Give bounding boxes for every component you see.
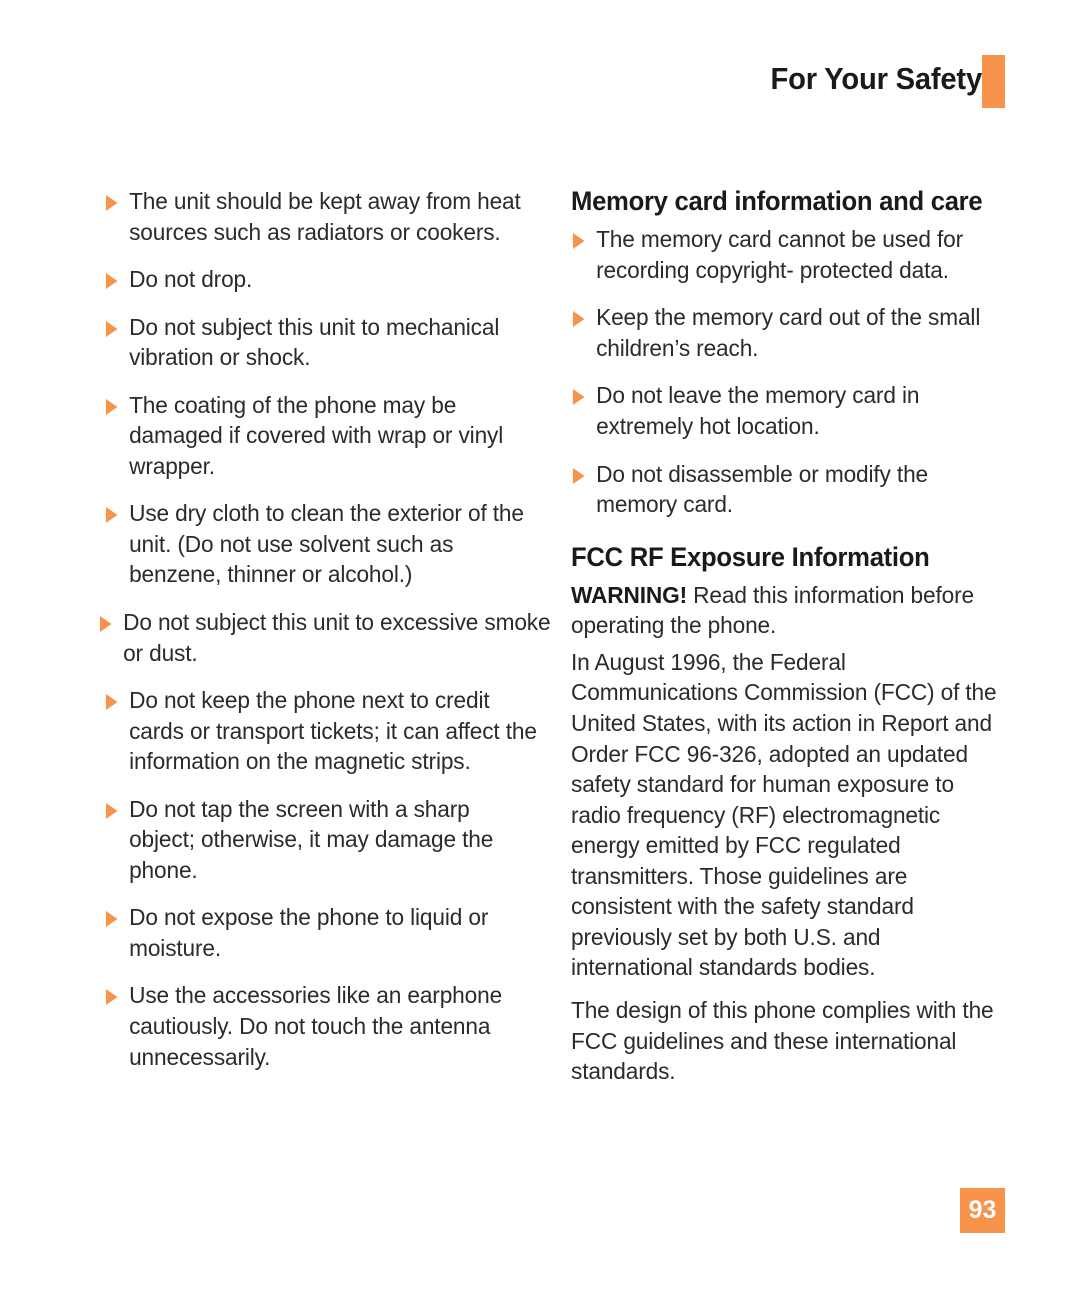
list-item: The unit should be kept away from heat s… (104, 186, 538, 247)
list-item: Keep the memory card out of the small ch… (571, 302, 1000, 363)
list-item-text: Do not expose the phone to liquid or moi… (129, 904, 489, 961)
document-page: For Your Safety The unit should be kept … (0, 0, 1080, 1295)
triangle-bullet-icon (105, 398, 118, 415)
list-item: The coating of the phone may be damaged … (104, 390, 538, 482)
triangle-bullet-icon (105, 989, 118, 1006)
memory-card-section-heading: Memory card information and care (571, 186, 983, 216)
list-item-text: Keep the memory card out of the small ch… (596, 304, 981, 361)
page-title: For Your Safety (770, 61, 983, 96)
list-item-text: The unit should be kept away from heat s… (129, 188, 521, 245)
list-item-text: Do not subject this unit to excessive sm… (123, 609, 551, 666)
list-item-text: Do not tap the screen with a sharp objec… (129, 795, 494, 883)
triangle-bullet-icon (572, 233, 585, 250)
triangle-bullet-icon (572, 389, 585, 406)
left-column: The unit should be kept away from heat s… (99, 186, 554, 1072)
triangle-bullet-icon (105, 273, 118, 290)
header-accent-bar (982, 55, 1005, 108)
triangle-bullet-icon (105, 802, 118, 819)
list-item: Do not subject this unit to mechanical v… (104, 312, 538, 373)
list-item: Do not drop. (104, 264, 538, 295)
list-item: Do not tap the screen with a sharp objec… (104, 794, 538, 886)
list-item-text: Use the accessories like an earphone cau… (129, 982, 503, 1070)
triangle-bullet-icon (105, 507, 118, 524)
right-column: Memory card information and care The mem… (571, 186, 1016, 1087)
triangle-bullet-icon (99, 616, 112, 633)
fcc-section-heading: FCC RF Exposure Information (571, 541, 930, 572)
list-item-text: Do not leave the memory card in extremel… (596, 382, 920, 439)
page-header: For Your Safety (0, 55, 1080, 111)
list-item: Do not subject this unit to excessive sm… (98, 607, 575, 668)
triangle-bullet-icon (572, 467, 585, 484)
triangle-bullet-icon (105, 195, 118, 211)
fcc-paragraph: In August 1996, the Federal Communicatio… (571, 648, 997, 981)
list-item-text: Do not disassemble or modify the memory … (596, 460, 929, 518)
warning-label: WARNING! (571, 581, 687, 608)
list-item-text: The memory card cannot be used for recor… (596, 226, 964, 283)
triangle-bullet-icon (105, 320, 118, 337)
fcc-warning-paragraph: WARNING! Read this information before op… (571, 580, 1000, 641)
list-item-text: Do not drop. (129, 266, 253, 293)
list-item: The memory card cannot be used for recor… (571, 224, 1000, 285)
list-item-text: Use dry cloth to clean the exterior of t… (129, 500, 524, 588)
triangle-bullet-icon (105, 911, 118, 928)
triangle-bullet-icon (572, 311, 585, 328)
fcc-paragraph: The design of this phone complies with t… (571, 996, 994, 1085)
list-item: Do not expose the phone to liquid or moi… (104, 902, 538, 963)
list-item: Do not leave the memory card in extremel… (571, 380, 1000, 441)
list-item: Do not keep the phone next to credit car… (104, 685, 538, 777)
list-item-text: Do not subject this unit to mechanical v… (129, 313, 500, 371)
list-item-text: Do not keep the phone next to credit car… (129, 687, 537, 775)
triangle-bullet-icon (105, 694, 118, 711)
list-item: Use the accessories like an earphone cau… (104, 980, 538, 1072)
list-item: Use dry cloth to clean the exterior of t… (104, 498, 538, 590)
list-item-text: The coating of the phone may be damaged … (129, 391, 504, 479)
list-item: Do not disassemble or modify the memory … (571, 459, 1000, 520)
page-number-badge: 93 (960, 1188, 1005, 1233)
